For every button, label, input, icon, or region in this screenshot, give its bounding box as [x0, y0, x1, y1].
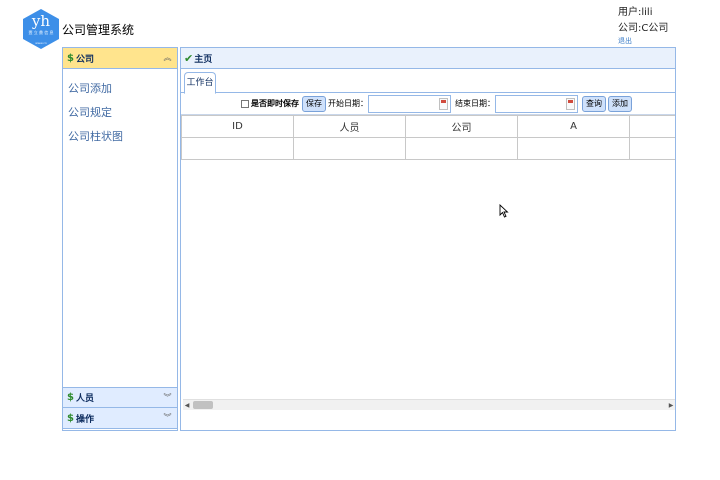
end-date-label: 结束日期： — [455, 99, 495, 108]
column-header-company[interactable]: 公司 — [405, 115, 518, 138]
app-title: 公司管理系统 — [62, 23, 135, 37]
instant-save-label: 是否即时保存 — [251, 99, 299, 108]
table-cell[interactable] — [293, 137, 406, 160]
query-button[interactable]: 查询 — [582, 95, 606, 112]
main-panel-header: ✔ 主页 — [181, 48, 675, 69]
user-name: 用户:lili — [618, 7, 653, 18]
column-header-id[interactable]: ID — [181, 115, 294, 138]
main-panel: ✔ 主页 工作台 是否即时保存 保存 开始日期： 结束日期： 查询 添加 ID … — [180, 47, 676, 431]
table-cell[interactable] — [517, 137, 630, 160]
chevron-down-icon[interactable]: ︾ — [162, 412, 173, 424]
grid-table: ID 人员 公司 A — [181, 115, 675, 160]
scroll-right-icon[interactable]: ▶ — [667, 401, 675, 410]
add-button[interactable]: 添加 — [608, 95, 632, 112]
accordion-header-operations[interactable]: $ 操作 ︾ — [63, 408, 177, 429]
dollar-icon: $ — [67, 392, 74, 403]
start-date-label: 开始日期： — [328, 99, 368, 108]
sidebar-accordion: $ 公司 ︽ 公司添加 公司规定 公司柱状图 $ 人员 ︾ $ 操作 ︾ — [62, 47, 178, 431]
chevron-up-icon[interactable]: ︽ — [162, 52, 173, 64]
logo-text: yh — [31, 12, 51, 30]
table-cell[interactable] — [629, 137, 675, 160]
sidebar-item-company-add[interactable]: 公司添加 — [63, 77, 177, 101]
tab-workbench[interactable]: 工作台 — [184, 72, 216, 94]
accordion-title-company: 公司 — [76, 54, 95, 65]
end-date-input[interactable] — [495, 94, 578, 113]
column-header-extra[interactable] — [629, 115, 675, 138]
dollar-icon: $ — [67, 52, 74, 64]
scrollbar-thumb[interactable] — [193, 401, 213, 409]
table-cell[interactable] — [405, 137, 518, 160]
chevron-down-icon[interactable]: ︾ — [162, 392, 173, 404]
column-header-person[interactable]: 人员 — [293, 115, 406, 138]
app-logo: yh 壹 立 鼎 信 息 www.cn — [20, 8, 62, 50]
save-button[interactable]: 保存 — [302, 95, 326, 112]
table-cell[interactable] — [181, 137, 294, 160]
sidebar-item-company-rules[interactable]: 公司规定 — [63, 101, 177, 125]
dollar-icon: $ — [67, 412, 74, 424]
toolbar: 是否即时保存 保存 开始日期： 结束日期： 查询 添加 — [181, 93, 675, 115]
accordion-title-personnel: 人员 — [76, 394, 95, 404]
grid-header-row: ID 人员 公司 A — [181, 115, 675, 138]
scroll-left-icon[interactable]: ◀ — [183, 401, 191, 410]
user-info: 用户:lili 公司:C公司 退出 — [618, 5, 668, 46]
accordion-header-personnel[interactable]: $ 人员 ︾ — [63, 387, 177, 408]
table-row[interactable] — [181, 137, 675, 160]
sidebar-item-company-bar-chart[interactable]: 公司柱状图 — [63, 125, 177, 149]
calendar-icon[interactable] — [566, 97, 575, 110]
user-company: 公司:C公司 — [618, 23, 669, 34]
horizontal-scrollbar[interactable]: ◀ ▶ — [183, 399, 675, 410]
logo-domain: www.cn — [35, 41, 47, 45]
main-panel-title: 主页 — [194, 54, 213, 65]
checkmark-icon: ✔ — [184, 51, 194, 65]
accordion-body-company: 公司添加 公司规定 公司柱状图 — [63, 69, 177, 387]
logo-subtext: 壹 立 鼎 信 息 — [28, 30, 54, 35]
data-grid: ID 人员 公司 A ◀ ▶ — [181, 115, 675, 410]
column-header-a[interactable]: A — [517, 115, 630, 138]
mouse-cursor-icon — [499, 204, 509, 218]
tabs-bar: 工作台 — [181, 69, 675, 94]
start-date-input[interactable] — [368, 94, 451, 113]
calendar-icon[interactable] — [439, 97, 448, 110]
accordion-title-operations: 操作 — [76, 414, 95, 425]
instant-save-checkbox[interactable] — [241, 99, 249, 108]
accordion-header-company[interactable]: $ 公司 ︽ — [63, 48, 177, 69]
logout-link[interactable]: 退出 — [618, 37, 668, 46]
